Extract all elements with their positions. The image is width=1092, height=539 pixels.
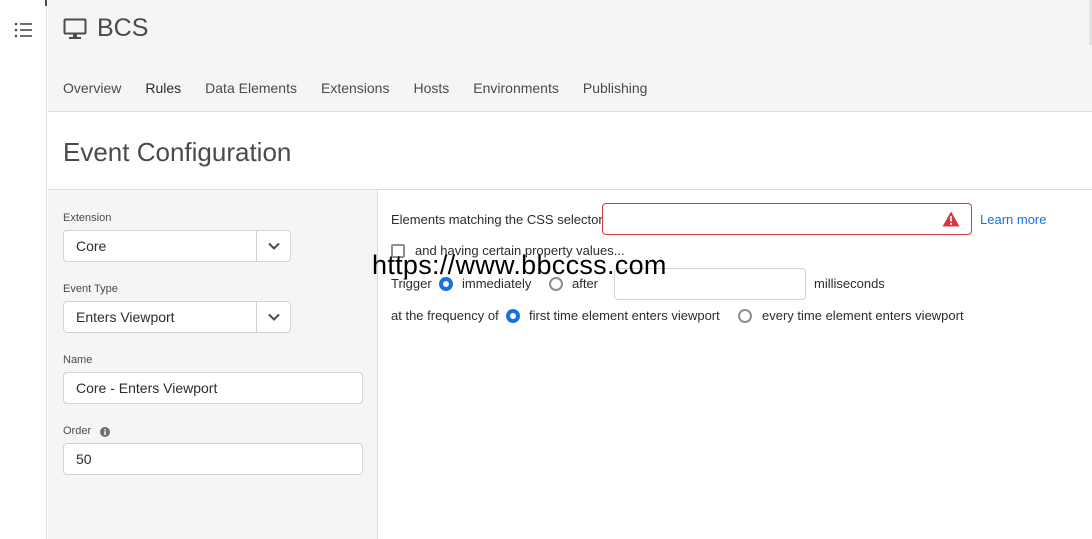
title-area: Event Configuration (48, 113, 1092, 190)
name-input[interactable]: Core - Enters Viewport (63, 372, 363, 404)
side-rail (0, 0, 47, 539)
tab-environments[interactable]: Environments (473, 80, 559, 106)
tab-publishing[interactable]: Publishing (583, 80, 648, 106)
tab-overview[interactable]: Overview (63, 80, 121, 106)
property-header: BCS Overview Rules Data Elements Extensi… (48, 0, 1092, 118)
css-selector-input[interactable] (602, 203, 972, 235)
watermark-text: https://www.bbccss.com (372, 250, 667, 280)
frequency-first-radio[interactable] (506, 309, 520, 323)
chevron-down-icon (267, 242, 280, 250)
event-settings-panel: Elements matching the CSS selector Learn… (379, 190, 1092, 539)
tab-data-elements[interactable]: Data Elements (205, 80, 297, 106)
monitor-icon (63, 18, 87, 39)
chevron-down-icon (267, 313, 280, 321)
extension-value: Core (64, 231, 257, 261)
tab-hosts[interactable]: Hosts (413, 80, 449, 106)
frequency-row: at the frequency of first time element e… (391, 300, 1091, 332)
milliseconds-label: milliseconds (814, 276, 885, 291)
event-form-panel: Extension Core Event Type Enters Viewpor… (48, 190, 378, 539)
property-title: BCS (97, 14, 149, 42)
page-title: Event Configuration (63, 137, 292, 167)
order-input[interactable]: 50 (63, 443, 363, 475)
rail-marker (45, 0, 47, 6)
learn-more-link[interactable]: Learn more (980, 212, 1046, 227)
extension-dropdown-button[interactable] (257, 231, 290, 261)
event-type-select[interactable]: Enters Viewport (63, 301, 291, 333)
tab-rules[interactable]: Rules (145, 80, 181, 118)
frequency-first-label: first time element enters viewport (529, 308, 720, 323)
extension-select[interactable]: Core (63, 230, 291, 262)
event-type-dropdown-button[interactable] (257, 302, 290, 332)
menu-icon[interactable] (14, 22, 34, 38)
extension-label: Extension (63, 212, 112, 224)
css-selector-label: Elements matching the CSS selector (391, 212, 603, 227)
event-type-value: Enters Viewport (64, 302, 257, 332)
event-type-label: Event Type (63, 283, 118, 295)
order-label: Order (63, 425, 92, 437)
tab-bar: Overview Rules Data Elements Extensions … (63, 80, 671, 118)
name-label: Name (63, 354, 93, 366)
info-icon[interactable] (100, 427, 110, 437)
frequency-every-label: every time element enters viewport (762, 308, 964, 323)
frequency-every-radio[interactable] (738, 309, 752, 323)
tab-extensions[interactable]: Extensions (321, 80, 389, 106)
alert-icon (942, 211, 960, 227)
frequency-label: at the frequency of (391, 308, 499, 323)
